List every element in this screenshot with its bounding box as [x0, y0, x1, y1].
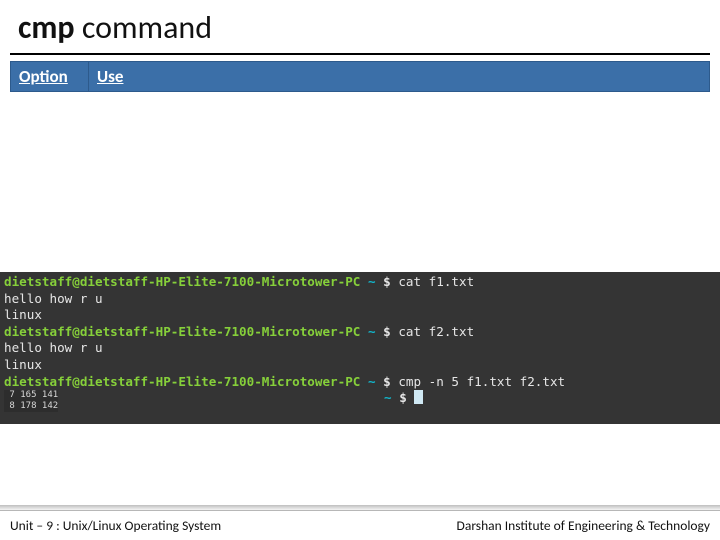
prompt-user: dietstaff@dietstaff-HP-Elite-7100-Microt… [4, 274, 360, 289]
terminal-command-line: dietstaff@dietstaff-HP-Elite-7100-Microt… [4, 274, 716, 291]
footer: Unit – 9 : Unix/Linux Operating System D… [0, 510, 720, 540]
title-bold: cmp [18, 8, 75, 47]
title-underline [10, 53, 710, 55]
footer-right: Darshan Institute of Engineering & Techn… [457, 517, 710, 534]
options-table: Option Use [10, 61, 710, 92]
footer-left: Unit – 9 : Unix/Linux Operating System [10, 517, 221, 534]
terminal-command-line: dietstaff@dietstaff-HP-Elite-7100-Microt… [4, 324, 716, 341]
terminal-command-text: cat f1.txt [398, 274, 474, 289]
terminal-command-text: cat f2.txt [398, 324, 474, 339]
th-use: Use [89, 62, 710, 92]
th-option: Option [11, 62, 89, 92]
slide-title: cmp command [0, 0, 720, 51]
terminal-output-line: linux [4, 307, 716, 324]
prompt-user: dietstaff@dietstaff-HP-Elite-7100-Microt… [4, 324, 360, 339]
table-header-row: Option Use [11, 62, 710, 92]
prompt-dollar: $ [383, 274, 391, 289]
prompt-tilde: ~ [368, 274, 376, 289]
slide: cmp command Option Use dietstaff@dietsta… [0, 0, 720, 540]
prompt-tilde: ~ [368, 324, 376, 339]
terminal-command-text: cmp -n 5 f1.txt f2.txt [398, 374, 565, 389]
prompt-dollar: $ [383, 374, 391, 389]
terminal-output-line: hello how r u [4, 340, 716, 357]
terminal-overlay-row: 7 165 141 8 178 142 ~ $ [4, 390, 716, 422]
prompt-dollar: $ [383, 324, 391, 339]
cursor-icon [414, 390, 423, 404]
terminal-next-prompt: ~ $ [384, 390, 423, 407]
terminal-command-line: dietstaff@dietstaff-HP-Elite-7100-Microt… [4, 374, 716, 391]
prompt-tilde: ~ [368, 374, 376, 389]
title-rest: command [75, 8, 212, 47]
terminal-output-line: hello how r u [4, 291, 716, 308]
prompt-user: dietstaff@dietstaff-HP-Elite-7100-Microt… [4, 374, 360, 389]
terminal: dietstaff@dietstaff-HP-Elite-7100-Microt… [0, 272, 720, 424]
terminal-output-line: linux [4, 357, 716, 374]
terminal-output-numbers: 7 165 141 8 178 142 [4, 390, 58, 412]
body-space [0, 92, 720, 272]
